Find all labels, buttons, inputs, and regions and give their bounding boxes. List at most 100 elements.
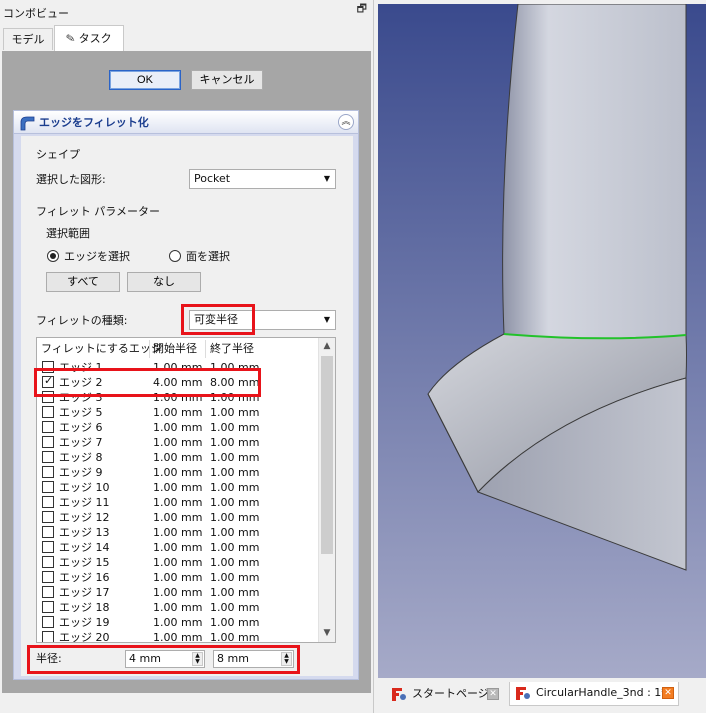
table-row[interactable]: エッジ 10 1.00 mm 1.00 mm <box>37 480 319 495</box>
selected-shape-dropdown[interactable]: Pocket ▼ <box>189 169 336 189</box>
edge-name: エッジ 16 <box>59 571 110 584</box>
highlight-edge-2 <box>34 368 261 397</box>
edge-checkbox[interactable] <box>42 616 54 628</box>
edge-checkbox[interactable] <box>42 571 54 583</box>
edge-checkbox[interactable] <box>42 436 54 448</box>
table-row[interactable]: エッジ 5 1.00 mm 1.00 mm <box>37 405 319 420</box>
table-row[interactable]: エッジ 16 1.00 mm 1.00 mm <box>37 570 319 585</box>
table-row[interactable]: エッジ 8 1.00 mm 1.00 mm <box>37 450 319 465</box>
collapse-icon[interactable]: ︽ <box>338 114 354 130</box>
edge-end-radius[interactable]: 1.00 mm <box>210 525 259 540</box>
edge-start-radius[interactable]: 1.00 mm <box>153 540 202 555</box>
table-row[interactable]: エッジ 15 1.00 mm 1.00 mm <box>37 555 319 570</box>
edge-checkbox[interactable] <box>42 406 54 418</box>
ok-button[interactable]: OK <box>109 70 181 90</box>
float-icon[interactable]: 🗗 <box>357 2 367 16</box>
handle-shaft <box>502 4 687 339</box>
edge-start-radius[interactable]: 1.00 mm <box>153 450 202 465</box>
edge-name: エッジ 17 <box>59 586 110 599</box>
select-all-button[interactable]: すべて <box>46 272 120 292</box>
edge-checkbox[interactable] <box>42 541 54 553</box>
close-icon[interactable]: ✕ <box>487 688 499 700</box>
table-row[interactable]: エッジ 9 1.00 mm 1.00 mm <box>37 465 319 480</box>
edge-start-radius[interactable]: 1.00 mm <box>153 405 202 420</box>
edge-start-radius[interactable]: 1.00 mm <box>153 630 202 642</box>
scroll-down-icon[interactable]: ▼ <box>319 625 335 642</box>
table-row[interactable]: エッジ 18 1.00 mm 1.00 mm <box>37 600 319 615</box>
edge-start-radius[interactable]: 1.00 mm <box>153 420 202 435</box>
edge-start-radius[interactable]: 1.00 mm <box>153 555 202 570</box>
column-divider <box>149 340 150 358</box>
edge-start-radius[interactable]: 1.00 mm <box>153 480 202 495</box>
edge-name: エッジ 11 <box>59 496 110 509</box>
edge-end-radius[interactable]: 1.00 mm <box>210 585 259 600</box>
edge-start-radius[interactable]: 1.00 mm <box>153 570 202 585</box>
scrollbar-thumb[interactable] <box>321 356 333 554</box>
select-none-button[interactable]: なし <box>127 272 201 292</box>
edge-name: エッジ 10 <box>59 481 110 494</box>
edge-end-radius[interactable]: 1.00 mm <box>210 465 259 480</box>
chevron-down-icon: ▼ <box>323 315 330 324</box>
tab-document[interactable]: CircularHandle_3nd : 1* ✕ <box>509 682 679 706</box>
fillet-task-header: エッジをフィレット化 ︽ <box>13 110 359 134</box>
table-row[interactable]: エッジ 6 1.00 mm 1.00 mm <box>37 420 319 435</box>
table-row[interactable]: エッジ 11 1.00 mm 1.00 mm <box>37 495 319 510</box>
edge-end-radius[interactable]: 1.00 mm <box>210 570 259 585</box>
tab-task[interactable]: ✎ タスク <box>54 25 124 51</box>
cancel-button[interactable]: キャンセル <box>191 70 263 90</box>
edge-end-radius[interactable]: 1.00 mm <box>210 630 259 642</box>
document-tab-bar: スタートページ ✕ CircularHandle_3nd : 1* ✕ <box>378 680 706 713</box>
edge-checkbox[interactable] <box>42 511 54 523</box>
table-row[interactable]: エッジ 14 1.00 mm 1.00 mm <box>37 540 319 555</box>
column-header-end-radius[interactable]: 終了半径 <box>210 342 254 356</box>
edge-start-radius[interactable]: 1.00 mm <box>153 465 202 480</box>
table-row[interactable]: エッジ 7 1.00 mm 1.00 mm <box>37 435 319 450</box>
table-row[interactable]: エッジ 20 1.00 mm 1.00 mm <box>37 630 319 642</box>
edge-end-radius[interactable]: 1.00 mm <box>210 555 259 570</box>
edge-end-radius[interactable]: 1.00 mm <box>210 495 259 510</box>
scroll-up-icon[interactable]: ▲ <box>319 338 335 355</box>
edge-checkbox[interactable] <box>42 466 54 478</box>
edge-checkbox[interactable] <box>42 451 54 463</box>
edge-end-radius[interactable]: 1.00 mm <box>210 420 259 435</box>
edge-start-radius[interactable]: 1.00 mm <box>153 600 202 615</box>
edge-checkbox[interactable] <box>42 496 54 508</box>
column-divider <box>205 340 206 358</box>
table-row[interactable]: エッジ 12 1.00 mm 1.00 mm <box>37 510 319 525</box>
edge-checkbox[interactable] <box>42 421 54 433</box>
edge-start-radius[interactable]: 1.00 mm <box>153 615 202 630</box>
column-header-start-radius[interactable]: 開始半径 <box>153 342 197 356</box>
edge-checkbox[interactable] <box>42 526 54 538</box>
table-row[interactable]: エッジ 19 1.00 mm 1.00 mm <box>37 615 319 630</box>
edge-start-radius[interactable]: 1.00 mm <box>153 585 202 600</box>
edge-checkbox[interactable] <box>42 631 54 642</box>
edge-checkbox[interactable] <box>42 556 54 568</box>
tab-model[interactable]: モデル <box>3 28 53 50</box>
edge-end-radius[interactable]: 1.00 mm <box>210 435 259 450</box>
radio-select-edges[interactable] <box>47 250 59 262</box>
edge-checkbox[interactable] <box>42 586 54 598</box>
edge-end-radius[interactable]: 1.00 mm <box>210 450 259 465</box>
3d-viewport[interactable] <box>378 4 706 678</box>
table-row[interactable]: エッジ 13 1.00 mm 1.00 mm <box>37 525 319 540</box>
edge-checkbox[interactable] <box>42 601 54 613</box>
close-icon[interactable]: ✕ <box>662 687 674 699</box>
column-header-edge[interactable]: フィレットにするエッジ <box>41 342 162 356</box>
freecad-icon <box>516 687 530 700</box>
tab-document-label: CircularHandle_3nd : 1* <box>536 686 667 699</box>
edge-end-radius[interactable]: 1.00 mm <box>210 600 259 615</box>
edge-end-radius[interactable]: 1.00 mm <box>210 615 259 630</box>
edge-end-radius[interactable]: 1.00 mm <box>210 540 259 555</box>
edge-start-radius[interactable]: 1.00 mm <box>153 525 202 540</box>
edge-start-radius[interactable]: 1.00 mm <box>153 510 202 525</box>
edge-checkbox[interactable] <box>42 481 54 493</box>
edge-end-radius[interactable]: 1.00 mm <box>210 510 259 525</box>
table-row[interactable]: エッジ 17 1.00 mm 1.00 mm <box>37 585 319 600</box>
edge-start-radius[interactable]: 1.00 mm <box>153 495 202 510</box>
list-scrollbar[interactable]: ▲ ▼ <box>318 338 335 642</box>
edge-end-radius[interactable]: 1.00 mm <box>210 405 259 420</box>
radio-select-faces[interactable] <box>169 250 181 262</box>
edge-end-radius[interactable]: 1.00 mm <box>210 480 259 495</box>
edge-start-radius[interactable]: 1.00 mm <box>153 435 202 450</box>
tab-start-page[interactable]: スタートページ ✕ <box>386 683 502 707</box>
